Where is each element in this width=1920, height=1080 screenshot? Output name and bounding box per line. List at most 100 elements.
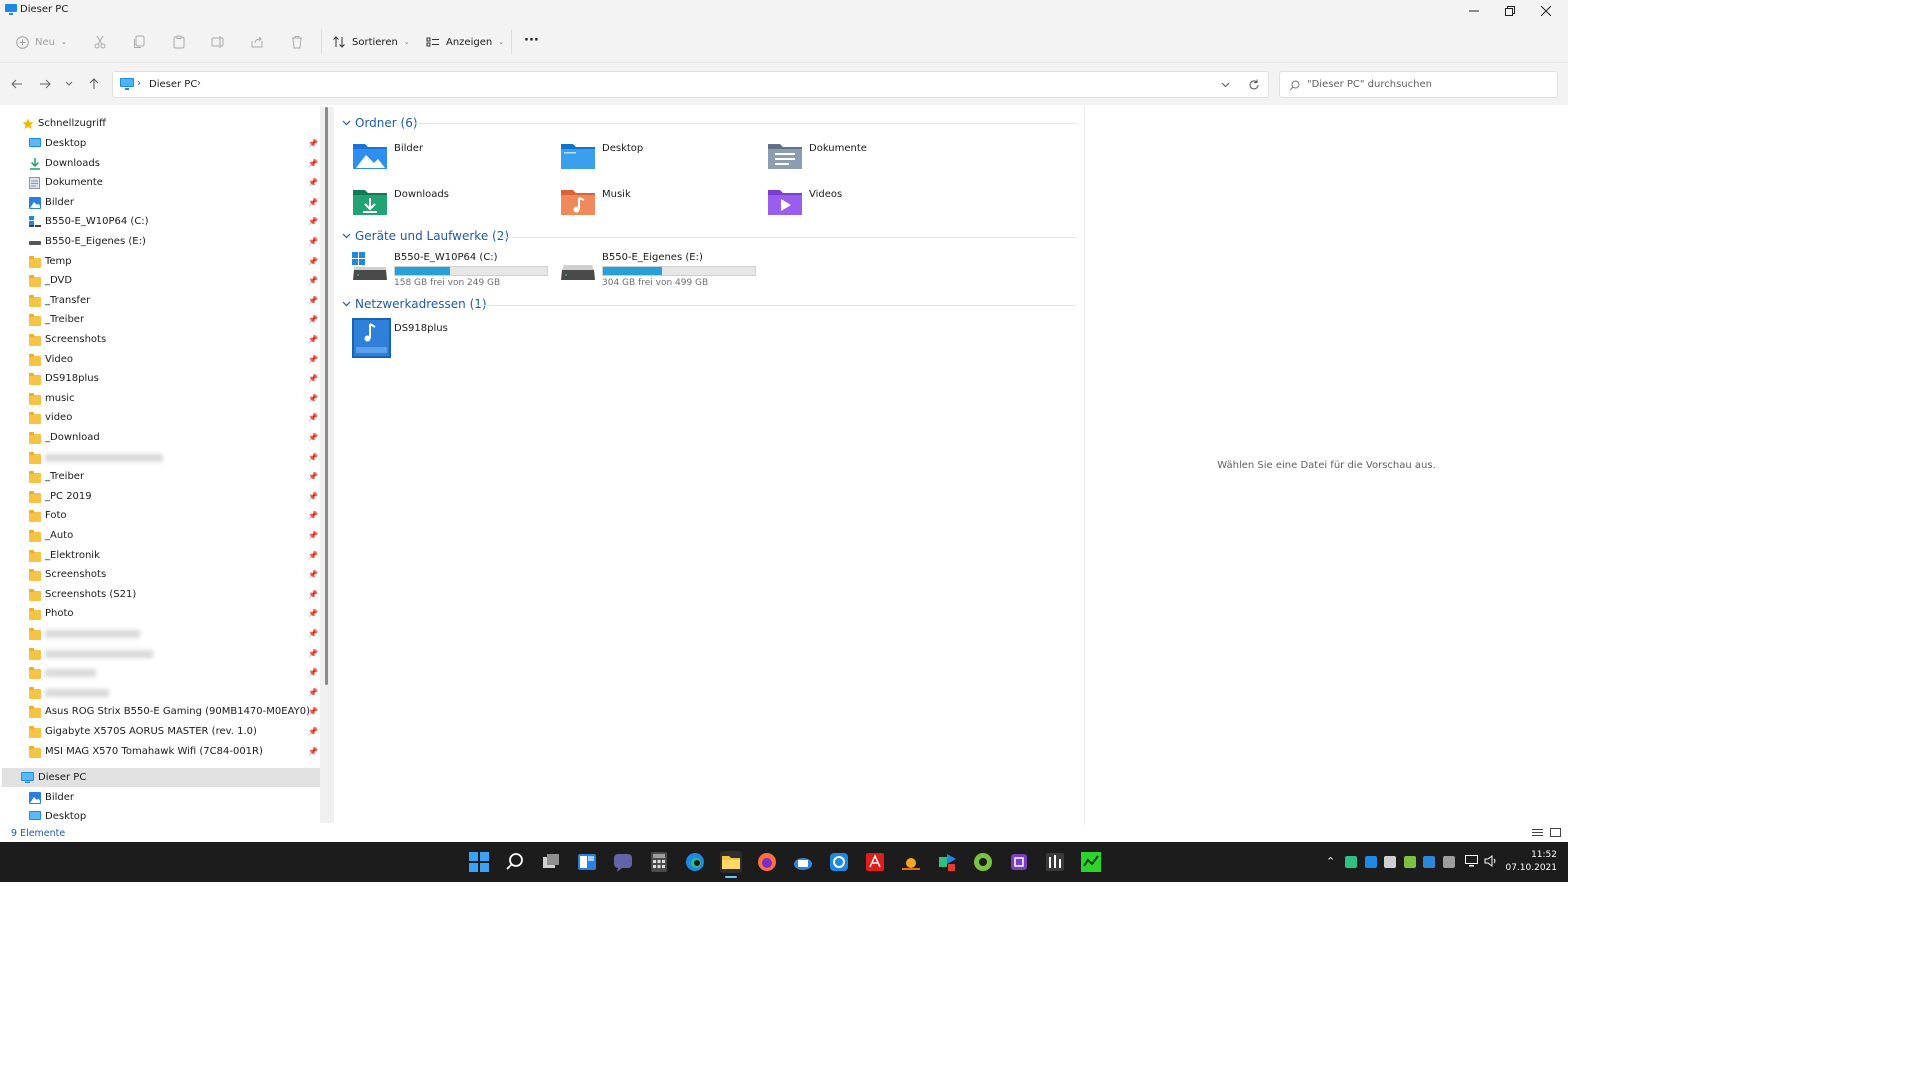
group-header-network[interactable]: Netzwerkadressen (1) bbox=[342, 297, 487, 311]
tray-cloud-icon[interactable] bbox=[1365, 856, 1377, 868]
widgets-button[interactable] bbox=[576, 851, 598, 873]
drive-tile-c[interactable]: B550-E_W10P64 (C:) 158 GB frei von 249 G… bbox=[352, 252, 552, 294]
back-button[interactable] bbox=[8, 75, 26, 93]
nav-item-folder[interactable]: Photo 📌 bbox=[0, 604, 320, 624]
folder-tile-pictures[interactable]: Bilder bbox=[352, 140, 552, 182]
rename-button[interactable] bbox=[211, 32, 225, 52]
edge-app[interactable] bbox=[684, 851, 706, 873]
large-icons-view-button[interactable] bbox=[1550, 828, 1561, 838]
firefox-app[interactable] bbox=[756, 851, 778, 873]
pin-icon[interactable]: 📌 bbox=[308, 178, 318, 187]
forward-button[interactable] bbox=[36, 75, 54, 93]
refresh-button[interactable] bbox=[1248, 79, 1260, 91]
address-bar[interactable]: › Dieser PC › bbox=[112, 71, 1269, 98]
pin-icon[interactable]: 📌 bbox=[308, 139, 318, 148]
show-hidden-icons-button[interactable]: ⌃ bbox=[1326, 855, 1335, 868]
network-tile-ds918plus[interactable]: DS918plus bbox=[352, 318, 552, 360]
pin-icon[interactable]: 📌 bbox=[308, 609, 318, 618]
nav-item-folder[interactable]: 📌 bbox=[0, 644, 320, 664]
nav-item-folder[interactable]: video 📌 bbox=[0, 408, 320, 428]
delete-button[interactable] bbox=[290, 32, 304, 52]
nav-item-desktop[interactable]: Desktop 📌 bbox=[0, 134, 320, 154]
pin-icon[interactable]: 📌 bbox=[308, 472, 318, 481]
tray-vpn-icon[interactable] bbox=[1384, 856, 1396, 868]
nav-item-folder[interactable]: 📌 bbox=[0, 624, 320, 644]
nav-item-downloads[interactable]: Downloads 📌 bbox=[0, 154, 320, 174]
pin-icon[interactable]: 📌 bbox=[308, 159, 318, 168]
tray-checkmark-icon[interactable] bbox=[1345, 856, 1357, 868]
app-shapes[interactable] bbox=[936, 851, 958, 873]
nav-item-folder[interactable]: _PC 2019 📌 bbox=[0, 487, 320, 507]
pin-icon[interactable]: 📌 bbox=[308, 688, 318, 697]
nav-item-folder[interactable]: 📌 bbox=[0, 683, 320, 703]
pin-icon[interactable]: 📌 bbox=[308, 237, 318, 246]
nav-item-folder[interactable]: Foto 📌 bbox=[0, 506, 320, 526]
pin-icon[interactable]: 📌 bbox=[308, 374, 318, 383]
pin-icon[interactable]: 📌 bbox=[308, 570, 318, 579]
close-button[interactable] bbox=[1524, 0, 1568, 22]
pin-icon[interactable]: 📌 bbox=[308, 747, 318, 756]
tray-nvidia-icon[interactable] bbox=[1404, 856, 1416, 868]
pin-icon[interactable]: 📌 bbox=[308, 551, 318, 560]
group-header-drives[interactable]: Geräte und Laufwerke (2) bbox=[342, 229, 509, 243]
pin-icon[interactable]: 📌 bbox=[308, 413, 318, 422]
pin-icon[interactable]: 📌 bbox=[308, 315, 318, 324]
new-button[interactable]: Neu ⌄ bbox=[16, 32, 67, 52]
pin-icon[interactable]: 📌 bbox=[308, 335, 318, 344]
drive-tile-e[interactable]: B550-E_Eigenes (E:) 304 GB frei von 499 … bbox=[560, 252, 760, 294]
start-button[interactable] bbox=[468, 851, 490, 873]
nav-item-folder[interactable]: _Transfer 📌 bbox=[0, 291, 320, 311]
nav-item-folder[interactable]: 📌 bbox=[0, 663, 320, 683]
app-equalizer[interactable] bbox=[1044, 851, 1066, 873]
pin-icon[interactable]: 📌 bbox=[308, 296, 318, 305]
nav-this-pc-desktop[interactable]: Desktop bbox=[0, 807, 320, 825]
pin-icon[interactable]: 📌 bbox=[308, 198, 318, 207]
pin-icon[interactable]: 📌 bbox=[308, 257, 318, 266]
pin-icon[interactable]: 📌 bbox=[308, 492, 318, 501]
nav-item-folder[interactable]: _DVD 📌 bbox=[0, 271, 320, 291]
address-history-dropdown[interactable] bbox=[1221, 82, 1230, 88]
app-green[interactable] bbox=[972, 851, 994, 873]
nav-item-pictures[interactable]: Bilder 📌 bbox=[0, 193, 320, 213]
nav-item-folder[interactable]: _Treiber 📌 bbox=[0, 310, 320, 330]
breadcrumb-separator-icon[interactable]: › bbox=[197, 78, 201, 89]
file-explorer-app[interactable] bbox=[720, 851, 742, 878]
pin-icon[interactable]: 📌 bbox=[308, 276, 318, 285]
app-sun[interactable] bbox=[900, 851, 922, 873]
nav-item-folder[interactable]: _Treiber 📌 bbox=[0, 467, 320, 487]
pin-icon[interactable]: 📌 bbox=[308, 531, 318, 540]
folder-tile-desktop[interactable]: Desktop bbox=[560, 140, 760, 182]
nav-item-folder[interactable]: Screenshots 📌 bbox=[0, 565, 320, 585]
share-button[interactable] bbox=[250, 32, 264, 52]
navigation-scrollbar[interactable] bbox=[320, 107, 334, 823]
mail-app[interactable] bbox=[792, 851, 814, 873]
acrobat-app[interactable] bbox=[864, 851, 886, 873]
nav-this-pc[interactable]: Dieser PC bbox=[0, 768, 320, 788]
pin-icon[interactable]: 📌 bbox=[308, 590, 318, 599]
breadcrumb-this-pc[interactable]: Dieser PC bbox=[149, 79, 197, 90]
nav-item-folder[interactable]: _Download 📌 bbox=[0, 428, 320, 448]
details-view-button[interactable] bbox=[1532, 828, 1543, 838]
more-options-button[interactable]: ··· bbox=[524, 30, 539, 50]
pin-icon[interactable]: 📌 bbox=[308, 727, 318, 736]
app-network-monitor[interactable] bbox=[1080, 851, 1102, 873]
taskbar-search[interactable] bbox=[504, 851, 526, 873]
pin-icon[interactable]: 📌 bbox=[308, 453, 318, 462]
up-button[interactable] bbox=[85, 75, 103, 93]
folder-tile-documents[interactable]: Dokumente bbox=[767, 140, 967, 182]
pin-icon[interactable]: 📌 bbox=[308, 394, 318, 403]
recent-locations-button[interactable] bbox=[62, 75, 76, 93]
paste-button[interactable] bbox=[172, 32, 186, 52]
nav-item-folder[interactable]: Screenshots 📌 bbox=[0, 330, 320, 350]
calculator-app[interactable] bbox=[648, 851, 670, 873]
search-input[interactable]: "Dieser PC" durchsuchen bbox=[1279, 71, 1558, 98]
pin-icon[interactable]: 📌 bbox=[308, 355, 318, 364]
teams-chat-button[interactable] bbox=[612, 851, 634, 873]
network-tray-icon[interactable] bbox=[1465, 855, 1478, 867]
pin-icon[interactable]: 📌 bbox=[308, 668, 318, 677]
cut-button[interactable] bbox=[93, 32, 107, 52]
nav-item-folder[interactable]: _Auto 📌 bbox=[0, 526, 320, 546]
nav-this-pc-pictures[interactable]: Bilder bbox=[0, 788, 320, 808]
nav-item-folder[interactable]: 📌 bbox=[0, 448, 320, 468]
pin-icon[interactable]: 📌 bbox=[308, 433, 318, 442]
